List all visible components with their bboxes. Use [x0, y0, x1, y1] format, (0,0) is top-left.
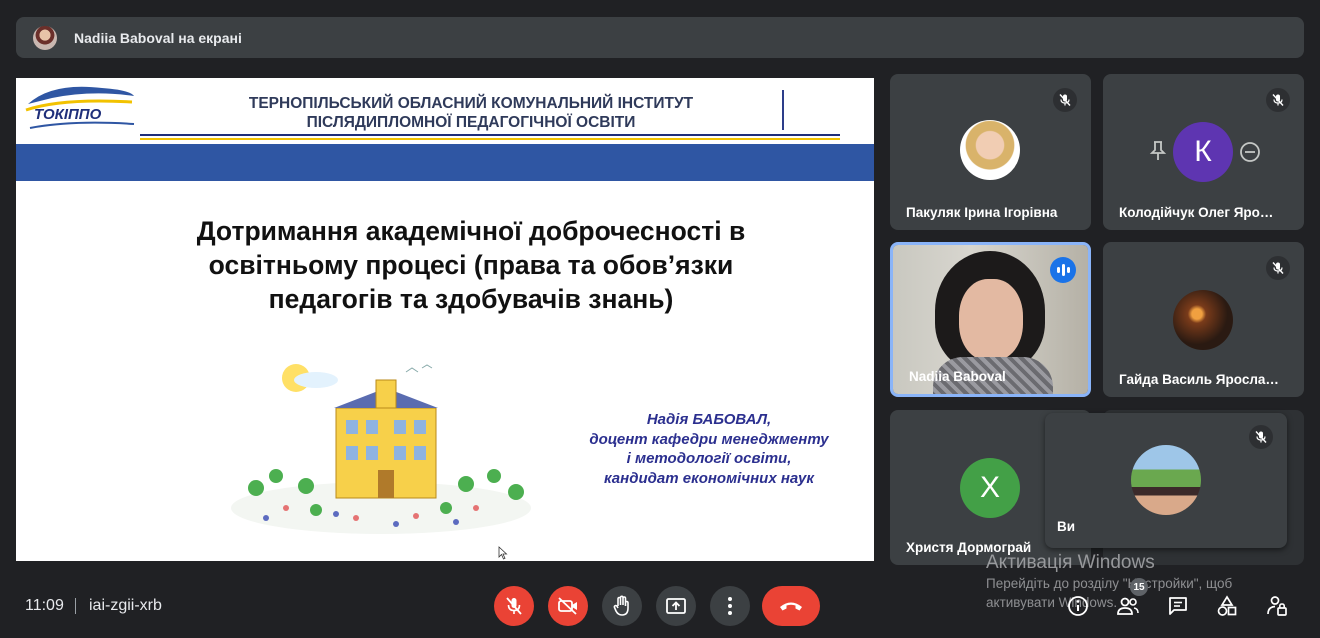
mic-off-icon: [1249, 425, 1273, 449]
raise-hand-button[interactable]: [602, 586, 642, 626]
author-position-line1: доцент кафедри менеджменту: [589, 430, 829, 448]
mouse-cursor-icon: [498, 546, 508, 560]
slide-title: Дотримання академічної доброчесності в о…: [86, 214, 856, 316]
participant-tile[interactable]: Пакуляк Ірина Ігорівна: [890, 74, 1091, 230]
institute-name: ТЕРНОПІЛЬСЬКИЙ ОБЛАСНИЙ КОМУНАЛЬНИЙ ІНСТ…: [166, 94, 776, 132]
participant-name: Колодійчук Олег Яро…: [1119, 205, 1274, 220]
mic-toggle-button[interactable]: [494, 586, 534, 626]
chat-button[interactable]: [1166, 594, 1190, 618]
slide-title-line2: освітньому процесі (права та обов’язки: [208, 250, 734, 280]
institute-name-line1: ТЕРНОПІЛЬСЬКИЙ ОБЛАСНИЙ КОМУНАЛЬНИЙ ІНСТ…: [248, 95, 694, 112]
mic-off-icon: [1053, 88, 1077, 112]
self-view-tile[interactable]: Ви: [1045, 413, 1287, 548]
avatar-letter: X: [979, 471, 1000, 504]
hand-icon: [613, 595, 629, 616]
participant-avatar: [960, 120, 1020, 180]
presenting-label: Nadiia Baboval на екрані: [74, 29, 242, 46]
participant-avatar: [1173, 290, 1233, 350]
watermark-title: Активація Windows: [986, 552, 1155, 573]
more-vert-icon: [728, 597, 732, 615]
institute-name-line2: ПІСЛЯДИПЛОМНОЇ ПЕДАГОГІЧНОЇ ОСВІТИ: [306, 114, 636, 131]
leave-call-button[interactable]: [762, 586, 820, 626]
pin-icon[interactable]: [1149, 140, 1167, 162]
participant-tile[interactable]: К Колодійчук Олег Яро…: [1103, 74, 1304, 230]
chat-icon: [1169, 597, 1187, 615]
self-avatar: [1131, 445, 1201, 515]
participant-name: Пакуляк Ірина Ігорівна: [906, 205, 1058, 220]
participant-tile[interactable]: Гайда Василь Яросла…: [1103, 242, 1304, 397]
header-divider: [782, 90, 784, 130]
windows-activation-watermark: Активація Windows Перейдіть до розділу "…: [986, 552, 1232, 612]
school-illustration: [231, 364, 531, 534]
meeting-code: iai-zgii-xrb: [89, 597, 162, 614]
watermark-line1: Перейдіть до розділу "Настройки", щоб: [986, 576, 1233, 591]
call-end-icon: [780, 602, 802, 611]
participant-avatar: X: [960, 458, 1020, 518]
meeting-time: 11:09: [25, 597, 64, 614]
camera-toggle-button[interactable]: [548, 586, 588, 626]
header-rule-yellow: [140, 138, 840, 140]
participant-tile-active-speaker[interactable]: Nadiia Baboval: [890, 242, 1091, 397]
present-icon: [666, 598, 686, 614]
mic-off-icon: [1266, 88, 1290, 112]
meeting-details-button[interactable]: [1066, 594, 1090, 618]
slide-author-block: Надія БАБОВАЛ, доцент кафедри менеджмент…: [564, 410, 854, 488]
info-icon: [1068, 596, 1088, 616]
present-screen-button[interactable]: [656, 586, 696, 626]
bottom-divider: [75, 598, 76, 614]
slide-title-line3: педагогів та здобувачів знань): [268, 284, 674, 314]
participant-name: Nadiia Baboval: [909, 369, 1006, 384]
presenting-banner: Nadiia Baboval на екрані: [16, 17, 1304, 58]
svg-text:ТОКІППО: ТОКІППО: [34, 106, 102, 123]
slide-title-line1: Дотримання академічної доброчесності в: [196, 216, 746, 246]
avatar-letter: К: [1194, 135, 1212, 168]
participant-avatar: К: [1173, 122, 1233, 182]
participants-button[interactable]: [1116, 594, 1140, 618]
author-name: Надія БАБОВАЛ,: [646, 411, 772, 428]
mic-off-icon: [1266, 256, 1290, 280]
participant-name: Гайда Василь Яросла…: [1119, 372, 1279, 387]
people-icon: [1117, 597, 1139, 615]
author-degree: кандидат економічних наук: [604, 469, 814, 487]
self-name: Ви: [1057, 519, 1076, 534]
shapes-icon: [1217, 595, 1237, 616]
mic-off-icon: [506, 597, 522, 615]
camera-off-icon: [558, 597, 577, 615]
more-options-button[interactable]: [710, 586, 750, 626]
author-position-line2: і методології освіти,: [626, 450, 792, 467]
speaking-indicator-icon: [1050, 257, 1076, 283]
lock-person-icon: [1267, 596, 1287, 616]
presenter-avatar: [33, 25, 57, 50]
activities-button[interactable]: [1215, 594, 1239, 618]
remove-icon[interactable]: [1239, 141, 1261, 163]
header-rule-blue: [140, 134, 840, 136]
meet-window: Nadiia Baboval на екрані ТОКІППО ТЕРНОПІ…: [0, 0, 1320, 638]
watermark-line2: активувати Windows.: [986, 595, 1118, 610]
participant-count-badge: 15: [1130, 578, 1148, 596]
institute-logo: ТОКІППО: [25, 86, 135, 129]
header-band: [16, 144, 874, 181]
shared-screen-slide: ТОКІППО ТЕРНОПІЛЬСЬКИЙ ОБЛАСНИЙ КОМУНАЛЬ…: [16, 78, 874, 561]
host-controls-button[interactable]: [1265, 594, 1289, 618]
